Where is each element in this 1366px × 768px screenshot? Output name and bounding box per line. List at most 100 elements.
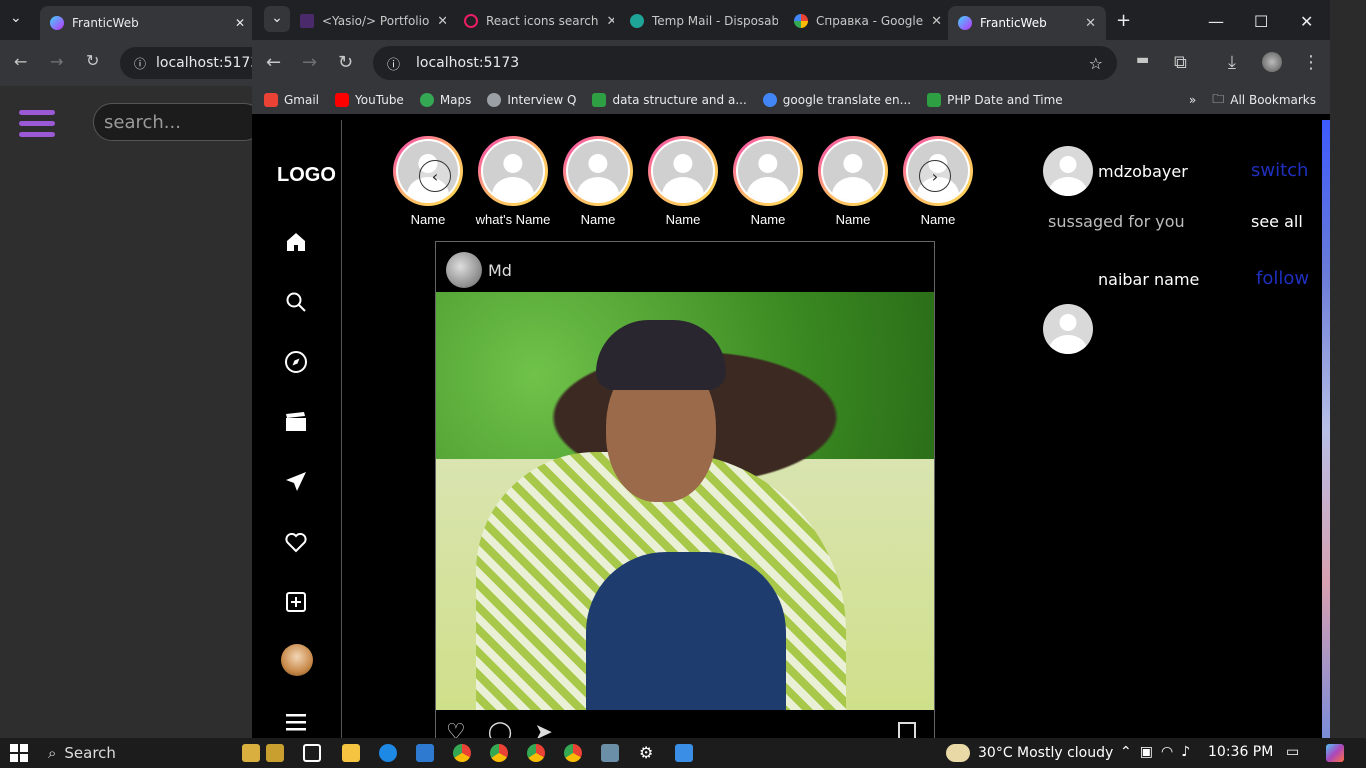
photos-icon[interactable] <box>675 744 693 762</box>
heart-icon[interactable] <box>284 530 308 554</box>
copilot-icon[interactable] <box>1326 744 1344 762</box>
tab-search-icon[interactable]: ⌄ <box>264 6 290 32</box>
extensions-puzzle-icon[interactable]: ⧉ <box>1174 52 1187 73</box>
post-photo[interactable] <box>436 292 934 710</box>
tab-temp-mail[interactable]: Temp Mail - Disposable ✕ <box>620 6 778 36</box>
bookmark-gmail[interactable]: Gmail <box>264 93 319 107</box>
chevron-left-icon[interactable]: ‹ <box>419 160 451 192</box>
tab-franticweb[interactable]: FranticWeb ✕ <box>948 6 1106 40</box>
forward-arrow-icon[interactable]: → <box>302 52 317 73</box>
weather-text: 30°C Mostly cloudy <box>978 745 1114 761</box>
site-info-icon[interactable]: ⓘ <box>387 54 400 73</box>
windows-start-icon[interactable] <box>10 744 28 762</box>
story-avatar[interactable] <box>563 136 633 206</box>
see-all-link[interactable]: see all <box>1251 212 1303 231</box>
tab-search-icon[interactable]: ⌄ <box>10 10 22 26</box>
download-icon[interactable]: ⤓ <box>1228 52 1236 73</box>
add-post-icon[interactable] <box>284 590 308 614</box>
bookmark-youtube[interactable]: YouTube <box>335 93 404 107</box>
tab-portfolio[interactable]: <Yasio/> Portfolio ✕ <box>290 6 446 36</box>
bookmark-interview[interactable]: Interview Q <box>487 93 576 107</box>
bookmark-google-translate[interactable]: google translate en... <box>762 93 911 107</box>
search-icon[interactable] <box>284 290 308 314</box>
suggested-user-name[interactable]: naibar name <box>1098 270 1199 289</box>
site-info-icon[interactable]: ⓘ <box>134 55 146 72</box>
settings-gear-icon[interactable]: ⚙ <box>639 743 653 762</box>
post-author-name[interactable]: Md <box>488 261 512 280</box>
reload-icon[interactable]: ↻ <box>86 51 99 70</box>
home-icon[interactable] <box>284 230 308 254</box>
close-icon[interactable]: ✕ <box>931 14 942 29</box>
close-window-icon[interactable]: ✕ <box>1300 12 1313 31</box>
chrome-icon[interactable] <box>564 744 582 762</box>
compass-icon[interactable] <box>284 350 308 374</box>
forward-arrow-icon[interactable]: → <box>50 52 63 71</box>
close-icon[interactable]: ✕ <box>606 14 614 29</box>
minimize-icon[interactable]: — <box>1208 12 1224 31</box>
hamburger-menu-icon[interactable] <box>19 110 55 138</box>
current-user-avatar[interactable] <box>1043 146 1093 196</box>
story-avatar[interactable] <box>733 136 803 206</box>
app-logo[interactable]: LOGO <box>277 164 336 187</box>
bookmark-star-icon[interactable]: ☆ <box>1089 54 1103 73</box>
widget-icon[interactable] <box>242 744 260 762</box>
address-bar[interactable]: ⓘ localhost:5173 ☆ <box>373 46 1117 80</box>
comment-icon[interactable]: ◯ <box>488 720 513 738</box>
current-user-name[interactable]: mdzobayer <box>1098 162 1188 181</box>
wifi-icon[interactable]: ◠ <box>1161 744 1173 760</box>
story-avatar[interactable] <box>478 136 548 206</box>
bookmark-save-icon[interactable] <box>898 722 916 738</box>
task-view-icon[interactable] <box>303 744 321 762</box>
bookmark-data-structure[interactable]: data structure and a... <box>592 93 747 107</box>
vscode-icon[interactable] <box>416 744 434 762</box>
close-icon[interactable]: ✕ <box>235 16 245 30</box>
like-heart-icon[interactable]: ♡ <box>446 720 466 738</box>
edge-icon[interactable] <box>379 744 397 762</box>
chevron-up-icon[interactable]: ⌃ <box>1120 744 1132 760</box>
widget-icon[interactable] <box>266 744 284 762</box>
file-explorer-icon[interactable] <box>342 744 360 762</box>
send-icon[interactable] <box>284 470 308 494</box>
page-scrollbar[interactable] <box>1322 120 1330 738</box>
weather-widget[interactable]: 30°C Mostly cloudy <box>946 744 1113 762</box>
chrome-icon[interactable] <box>453 744 471 762</box>
post-author-avatar[interactable] <box>446 252 482 288</box>
maximize-icon[interactable]: ☐ <box>1254 12 1268 31</box>
follow-button[interactable]: follow <box>1256 268 1309 289</box>
chrome-icon[interactable] <box>490 744 508 762</box>
tab-google-help[interactable]: Справка - Google ✕ <box>784 6 944 36</box>
meet-icon[interactable]: ▣ <box>1140 744 1153 760</box>
chevron-right-icon[interactable]: › <box>919 160 951 192</box>
background-tab[interactable]: FranticWeb ✕ <box>40 6 255 40</box>
more-bookmarks-icon[interactable]: » <box>1189 93 1196 107</box>
profile-avatar[interactable] <box>281 644 313 676</box>
reload-icon[interactable]: ↻ <box>338 52 353 73</box>
share-send-icon[interactable]: ➤ <box>534 720 552 738</box>
profile-avatar[interactable] <box>1262 52 1282 72</box>
remote-desktop-icon[interactable] <box>601 744 619 762</box>
back-arrow-icon[interactable]: ← <box>266 52 281 73</box>
back-arrow-icon[interactable]: ← <box>14 52 27 71</box>
clock[interactable]: 10:36 PM <box>1208 744 1273 760</box>
volume-icon[interactable]: ♪ <box>1181 744 1190 760</box>
story-avatar[interactable] <box>648 136 718 206</box>
extension-icon[interactable]: ▬ <box>1136 52 1149 68</box>
chrome-icon[interactable] <box>527 744 545 762</box>
taskbar-search[interactable]: ⌕ Search <box>38 741 233 765</box>
switch-account-link[interactable]: switch <box>1251 160 1308 181</box>
bookmark-maps[interactable]: Maps <box>419 93 471 107</box>
story-avatar[interactable] <box>818 136 888 206</box>
suggested-user-avatar[interactable] <box>1043 304 1093 354</box>
new-tab-icon[interactable]: + <box>1116 10 1131 31</box>
background-address-bar[interactable]: ⓘ localhost:5173/ <box>120 47 270 79</box>
all-bookmarks[interactable]: 🗀 All Bookmarks <box>1212 90 1316 111</box>
tab-react-icons[interactable]: React icons search ✕ <box>454 6 614 36</box>
menu-icon[interactable] <box>284 710 308 734</box>
search-input[interactable]: search... <box>93 103 263 141</box>
close-icon[interactable]: ✕ <box>437 14 446 29</box>
reels-icon[interactable] <box>284 410 308 434</box>
notification-icon[interactable]: ▭ <box>1286 744 1299 760</box>
close-icon[interactable]: ✕ <box>1085 16 1096 31</box>
more-menu-icon[interactable]: ⋮ <box>1302 52 1320 73</box>
bookmark-php-date[interactable]: PHP Date and Time <box>927 93 1063 107</box>
